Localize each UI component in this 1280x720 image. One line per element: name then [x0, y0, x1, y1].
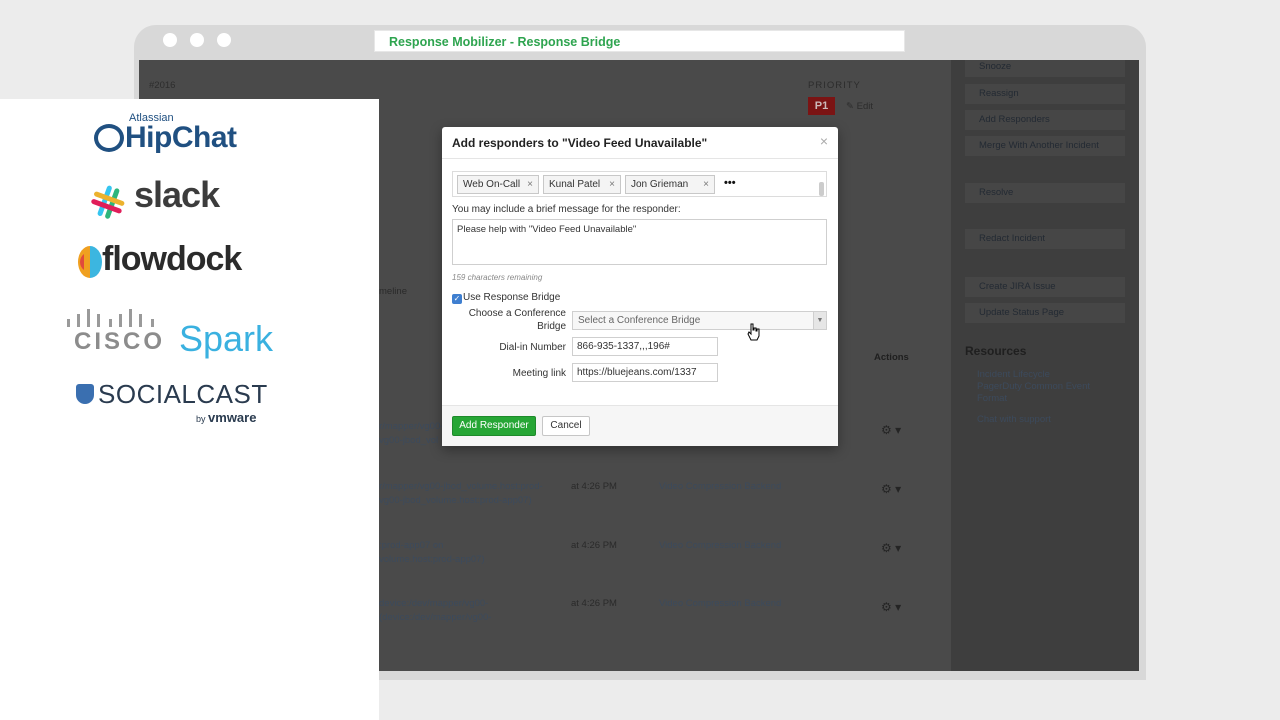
conference-bridge-label-line2: Bridge — [537, 321, 566, 332]
checkbox-checked-icon[interactable]: ✓ — [452, 294, 462, 304]
row-description-sub[interactable]: vg00-jbod_vol — [379, 435, 438, 446]
use-response-bridge-label: Use Response Bridge — [463, 292, 561, 303]
row-service[interactable]: Video Compression Backend — [659, 598, 781, 609]
action-merge[interactable]: Merge With Another Incident — [965, 136, 1125, 156]
browser-titlebar: Response Mobilizer - Response Bridge — [134, 25, 1146, 61]
vmware-byline: by vmware — [196, 410, 256, 425]
token-label: Jon Grieman — [631, 179, 689, 190]
screen: Response Mobilizer - Response Bridge #20… — [0, 0, 1280, 720]
flowdock-logo: flowdock — [78, 240, 242, 279]
gear-icon[interactable]: ⚙ ▾ — [881, 541, 907, 557]
responder-token-input[interactable]: Web On-Call × Kunal Patel × Jon Grieman … — [452, 171, 827, 197]
dialin-label: Dial-in Number — [499, 342, 566, 353]
priority-edit-label: Edit — [856, 101, 873, 112]
socialcast-shield-icon — [76, 384, 94, 404]
window-title-bar: Response Mobilizer - Response Bridge — [374, 30, 905, 52]
row-description[interactable]: r/mapper/vg00-jbod_volume.host:prod- — [379, 481, 543, 492]
remove-token-icon[interactable]: × — [527, 176, 533, 193]
modal-title: Add responders to "Video Feed Unavailabl… — [452, 136, 708, 150]
row-description[interactable]: :prod-app07 on — [379, 540, 443, 551]
token-scrollbar[interactable] — [819, 182, 824, 196]
conference-bridge-label: Choose a Conference Bridge — [469, 307, 566, 333]
meeting-link-input[interactable]: https://bluejeans.com/1337 — [572, 363, 718, 382]
row-time: at 4:26 PM — [571, 481, 617, 492]
window-maximize-dot[interactable] — [217, 33, 231, 47]
meeting-link-label: Meeting link — [512, 368, 566, 379]
vmware-wordmark: vmware — [208, 410, 257, 425]
row-service[interactable]: Video Compression Backend — [659, 481, 781, 492]
chevron-down-icon[interactable]: ▼ — [813, 312, 826, 329]
socialcast-logo: SOCIALCAST — [98, 379, 268, 409]
row-service[interactable]: Video Compression Backend — [659, 540, 781, 551]
cisco-logo: CISCO — [74, 328, 166, 355]
use-response-bridge-toggle[interactable]: ✓ Use Response Bridge — [452, 292, 560, 304]
row-time: at 4:26 PM — [571, 540, 617, 551]
row-description[interactable]: r/mapper/vg00- — [379, 421, 443, 432]
gear-icon[interactable]: ⚙ ▾ — [881, 423, 907, 439]
incident-number: #2016 — [149, 80, 176, 91]
gear-icon[interactable]: ⚙ ▾ — [881, 600, 907, 616]
responder-token: Kunal Patel × — [543, 175, 621, 194]
token-label: Web On-Call — [463, 179, 521, 190]
action-resolve[interactable]: Resolve — [965, 183, 1125, 203]
dialin-number-input[interactable]: 866-935-1337,,,196# — [572, 337, 718, 356]
priority-label: PRIORITY — [808, 80, 861, 91]
conference-bridge-label-line1: Choose a Conference — [468, 308, 566, 319]
gear-icon[interactable]: ⚙ ▾ — [881, 482, 907, 498]
actions-column-header: Actions — [874, 352, 909, 363]
priority-edit-link[interactable]: ✎ Edit — [846, 101, 873, 112]
action-add-responders[interactable]: Add Responders — [965, 110, 1125, 130]
close-icon[interactable]: × — [820, 133, 828, 149]
add-responder-button[interactable]: Add Responder — [452, 416, 536, 436]
action-update-status-page[interactable]: Update Status Page — [965, 303, 1125, 323]
responder-token: Web On-Call × — [457, 175, 539, 194]
remove-token-icon[interactable]: × — [703, 176, 709, 193]
resources-title: Resources — [965, 344, 1027, 358]
conference-bridge-select[interactable]: Select a Conference Bridge ▼ — [572, 311, 827, 330]
conference-bridge-placeholder: Select a Conference Bridge — [578, 315, 701, 326]
responder-token: Jon Grieman × — [625, 175, 715, 194]
resource-link[interactable]: Incident Lifecycle — [977, 369, 1050, 380]
row-time: at 4:26 PM — [571, 598, 617, 609]
remove-token-icon[interactable]: × — [609, 176, 615, 193]
cisco-bars-icon — [67, 309, 154, 327]
modal-footer: Add Responder Cancel — [442, 405, 838, 446]
action-redact[interactable]: Redact Incident — [965, 229, 1125, 249]
resource-link[interactable]: Format — [977, 393, 1007, 404]
tab-timeline[interactable]: meline — [379, 286, 407, 297]
add-responders-modal: Add responders to "Video Feed Unavailabl… — [442, 127, 838, 446]
row-description-sub[interactable]: volume.host:prod-app07) — [379, 554, 485, 565]
more-tokens-indicator: ••• — [724, 177, 736, 189]
row-description-sub[interactable]: vg00-jbod_volume.host:prod-app07) — [379, 495, 532, 506]
row-description-sub[interactable]: (device:/dev/mapper/vg00- — [379, 612, 491, 623]
pencil-icon: ✎ — [846, 101, 857, 112]
chat-support-link[interactable]: Chat with support — [977, 414, 1051, 425]
message-textarea[interactable]: Please help with "Video Feed Unavailable… — [452, 219, 827, 265]
message-label: You may include a brief message for the … — [452, 204, 681, 215]
hipchat-wordmark: HipChat — [125, 121, 237, 154]
row-description[interactable]: device:/dev/mapper/vg00- — [379, 598, 488, 609]
action-reassign[interactable]: Reassign — [965, 84, 1125, 104]
cancel-button[interactable]: Cancel — [542, 416, 590, 436]
window-minimize-dot[interactable] — [190, 33, 204, 47]
slack-icon — [91, 185, 125, 219]
action-create-jira[interactable]: Create JIRA Issue — [965, 277, 1125, 297]
by-label: by — [196, 414, 206, 424]
flowdock-wordmark: flowdock — [102, 240, 242, 278]
chat-bubble-icon — [94, 124, 124, 152]
slack-logo: slack — [134, 174, 220, 215]
priority-badge[interactable]: P1 — [808, 97, 835, 115]
action-snooze[interactable]: Snooze — [965, 60, 1125, 77]
resource-link[interactable]: PagerDuty Common Event — [977, 381, 1090, 392]
characters-remaining: 159 characters remaining — [452, 273, 543, 282]
token-label: Kunal Patel — [549, 179, 601, 190]
window-close-dot[interactable] — [163, 33, 177, 47]
modal-header: Add responders to "Video Feed Unavailabl… — [442, 127, 838, 159]
hand-cursor-icon — [747, 323, 760, 341]
spark-logo: Spark — [179, 318, 274, 359]
incident-actions-sidebar: Snooze Reassign Add Responders Merge Wit… — [951, 60, 1139, 671]
